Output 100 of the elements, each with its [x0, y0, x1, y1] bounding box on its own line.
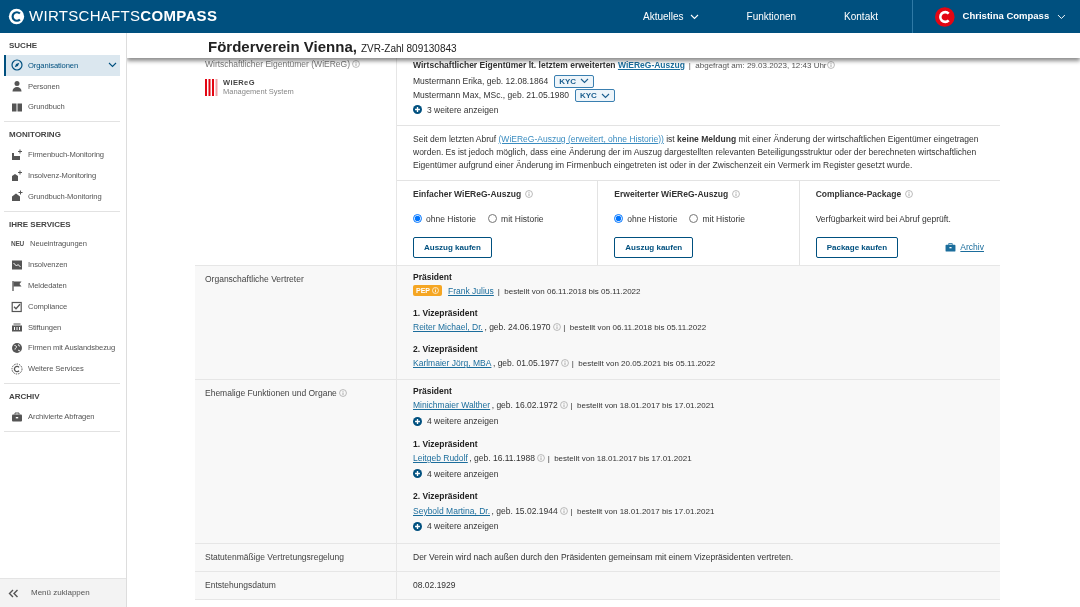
row-label: Wirtschaftlicher Eigentümer (WiEReG) [205, 59, 350, 69]
info-icon [560, 401, 569, 410]
buy-button[interactable]: Package kaufen [815, 236, 899, 258]
logo-icon [8, 8, 25, 25]
notice-link[interactable]: (WiEReG-Auszug (erweitert, ohne Historie)) [498, 133, 664, 144]
radio-button[interactable] [488, 214, 498, 224]
kyc-dropdown[interactable]: KYC [574, 89, 615, 102]
value-text: 08.02.1929 [413, 580, 456, 590]
radio-label: ohne Historie [627, 212, 678, 226]
role-title: 1. Vizepräsident [413, 306, 479, 320]
role-title: 2. Vizepräsident [413, 342, 479, 356]
info-icon [552, 323, 561, 332]
show-more-link[interactable]: 4 weitere anzeigen [413, 466, 499, 481]
radio-label: mit Historie [501, 212, 544, 226]
row-label: Organschaftliche Vertreter [205, 273, 304, 284]
person-icon [11, 80, 23, 93]
appointment-period: | bestellt von 06.11.2018 bis 05.11.2022 [563, 323, 707, 333]
availability-text: Verfügbarkeit wird bei Abruf geprüft. [815, 212, 952, 226]
compass-icon [11, 59, 23, 72]
avatar-icon [935, 6, 955, 27]
row-label: Ehemalige Funktionen und Organe [205, 387, 337, 398]
birth-date: , geb. 24.06.1970 [484, 322, 551, 333]
buy-button[interactable]: Auszug kaufen [614, 236, 694, 258]
appointment-period: | bestellt von 20.05.2021 bis 05.11.2022 [571, 359, 716, 369]
nav-link[interactable]: Funktionen [722, 9, 821, 24]
birth-date: , geb. 16.02.1972 [491, 400, 558, 411]
plus-icon [413, 469, 422, 479]
row-label: Statutenmäßige Vertretungsregelung [205, 552, 344, 562]
person-link[interactable]: Karlmaier Jörg, MBA [413, 356, 492, 371]
appointment-period: | bestellt von 18.01.2017 bis 17.01.2021 [570, 506, 715, 516]
birth-date: , geb. 15.02.1944 [491, 505, 558, 516]
product-title: Einfacher WiEReG-Auszug [413, 187, 522, 201]
owner-name: Mustermann Max, MSc., geb. 21.05.1980 [413, 90, 569, 100]
info-icon [732, 190, 741, 199]
caret-icon [689, 13, 699, 20]
radio-button[interactable] [689, 214, 699, 224]
radio-button[interactable] [614, 214, 624, 224]
section-title: SUCHE [8, 40, 38, 52]
info-icon [432, 287, 439, 295]
person-link[interactable]: Leitgeb Rudolf [413, 451, 468, 466]
caret-icon[interactable] [1057, 13, 1066, 20]
kyc-dropdown[interactable]: KYC [554, 74, 595, 88]
info-icon [525, 190, 534, 199]
notice-text: Seit dem letzten Abruf (WiEReG-Auszug (erweitert, ohne Historie)) ist keine Meldung mit einer Änderung der wirtschaftlichen Eigentümer eingetragen worden. Es ist jedoch möglich, dass eine Änderung der im Auszug dargestellten relevanten Beteiligungsstruktur oder der berechneten wirtschaftlichen Eigentümer aufgrund einer Änderung im Firmenbuch eingetreten ist oder in der Zwischenzeit ein Vermerk im Register gesetzt wurde. [413, 133, 979, 170]
extract-link[interactable]: WiEReG-Auszug [617, 58, 685, 73]
register-number: ZVR-Zahl 809130843 [360, 42, 457, 56]
double-chevron-icon[interactable] [8, 588, 19, 598]
user-name[interactable]: Christina Compass [962, 9, 1050, 24]
bank-icon [11, 321, 23, 334]
flag-icon [11, 279, 23, 292]
row-label: Entstehungsdatum [205, 580, 276, 590]
role-title: Präsident [413, 384, 453, 398]
briefcase-icon [945, 242, 957, 252]
caret-icon [108, 62, 117, 69]
buy-button[interactable]: Auszug kaufen [413, 236, 492, 258]
person-link[interactable]: Frank Julius [448, 284, 494, 299]
role-title: Präsident [413, 270, 453, 284]
person-link[interactable]: Seybold Martina, Dr. [413, 503, 490, 519]
product-title: Compliance-Package [815, 187, 902, 201]
show-more-link[interactable]: 4 weitere anzeigen [413, 519, 499, 534]
person-link[interactable]: Reiter Michael, Dr. [413, 320, 483, 335]
show-more-link[interactable]: 3 weitere anzeigen [413, 102, 499, 117]
nav-link[interactable]: Kontakt [820, 9, 902, 24]
birth-date: , geb. 16.11.1988 [469, 453, 535, 463]
plus-icon [413, 105, 422, 115]
value-text: Der Verein wird nach außen durch den Präsidenten gemeinsam mit einem Vizepräsidenten vertreten. [413, 552, 794, 562]
section-title: IHRE SERVICES [8, 218, 72, 231]
info-icon [826, 61, 835, 69]
radio-label: mit Historie [702, 212, 745, 226]
person-link[interactable]: Minichmaier Walther [413, 398, 491, 413]
archive-link[interactable]: Archiv [945, 240, 984, 254]
nav-link[interactable]: Aktuelles [619, 9, 723, 24]
product-title: Erweiterter WiEReG-Auszug [614, 187, 729, 201]
section-heading: Wirtschaftlicher Eigentümer lt. letztem erweiterten [413, 60, 616, 70]
info-icon [905, 190, 914, 199]
logo-icon [205, 78, 219, 96]
appointment-period: | bestellt von 18.01.2017 bis 17.01.2021 [570, 401, 715, 411]
plus-icon [413, 416, 422, 426]
book-icon [11, 101, 23, 113]
page-title: Förderverein Vienna, [208, 37, 357, 57]
query-date: | abgefragt am: 29.03.2023, 12:43 Uhr [688, 61, 827, 70]
role-title: 2. Vizepräsident [413, 490, 479, 504]
chart-down-icon [11, 258, 23, 271]
radio-button[interactable] [413, 214, 422, 224]
appointment-period: | bestellt von 18.01.2017 bis 17.01.2021 [547, 454, 692, 463]
logo-text: WIRTSCHAFTSCOMPASS [29, 6, 218, 27]
house-plus-icon [11, 190, 23, 203]
role-title: 1. Vizepräsident [413, 437, 479, 451]
owner-name: Mustermann Erika, geb. 12.08.1864 [413, 75, 549, 86]
section-title: ARCHIV [8, 391, 41, 404]
info-icon [352, 60, 361, 68]
c-circle-icon [11, 362, 23, 375]
collapse-menu-link[interactable]: Menü zuklappen [31, 587, 90, 599]
show-more-link[interactable]: 4 weitere anzeigen [413, 413, 499, 429]
info-icon [561, 359, 570, 368]
section-title: MONITORING [8, 129, 62, 142]
appointment-period: | bestellt von 06.11.2018 bis 05.11.2022 [497, 287, 641, 297]
checkbox-icon [11, 300, 23, 313]
info-icon [537, 454, 546, 462]
birth-date: , geb. 01.05.1977 [492, 358, 560, 369]
